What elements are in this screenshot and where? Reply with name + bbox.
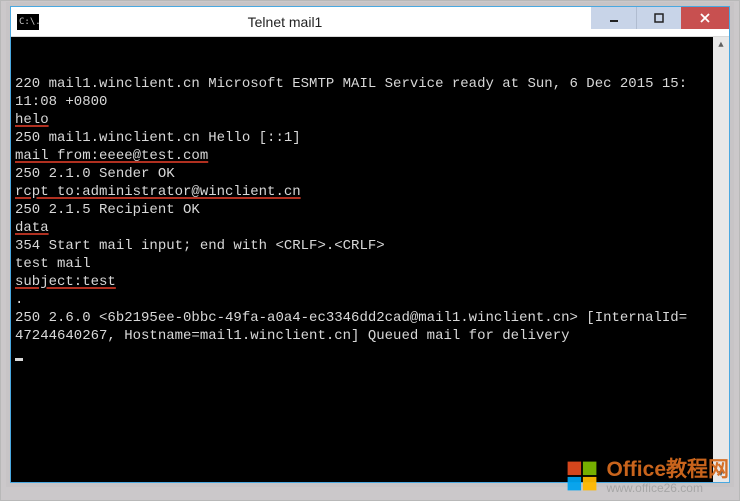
close-button[interactable] [681,7,729,29]
terminal-line: 220 mail1.winclient.cn Microsoft ESMTP M… [15,75,725,93]
terminal-line: . [15,291,725,309]
watermark: Office教程网 www.office26.com [564,458,729,494]
vertical-scrollbar[interactable]: ▲ ▼ [713,37,729,482]
terminal-line: 354 Start mail input; end with <CRLF>.<C… [15,237,725,255]
window-controls [591,7,729,29]
window-title: Telnet mail1 [0,14,591,30]
terminal-line: subject:test [15,273,725,291]
terminal-line: 250 2.6.0 <6b2195ee-0bbc-49fa-a0a4-ec334… [15,309,725,327]
terminal-line: helo [15,111,725,129]
page-container: C:\. Telnet mail1 220 mail1.winclient.cn… [0,0,740,501]
watermark-text: Office教程网 www.office26.com [606,459,729,494]
terminal-line: data [15,219,725,237]
watermark-title: Office教程网 [606,459,729,480]
terminal-line: 11:08 +0800 [15,93,725,111]
cursor-line [15,345,725,363]
scroll-up-button[interactable]: ▲ [713,37,729,53]
minimize-button[interactable] [591,7,636,29]
scroll-track[interactable] [713,53,729,466]
terminal-line: rcpt to:administrator@winclient.cn [15,183,725,201]
terminal-line: test mail [15,255,725,273]
terminal-line: 250 mail1.winclient.cn Hello [::1] [15,129,725,147]
text-cursor [15,358,23,361]
terminal-line: 47244640267, Hostname=mail1.winclient.cn… [15,327,725,345]
terminal-line: mail from:eeee@test.com [15,147,725,165]
titlebar[interactable]: C:\. Telnet mail1 [11,7,729,37]
terminal-area[interactable]: 220 mail1.winclient.cn Microsoft ESMTP M… [11,37,729,482]
terminal-line: 250 2.1.0 Sender OK [15,165,725,183]
terminal-window: C:\. Telnet mail1 220 mail1.winclient.cn… [10,6,730,483]
watermark-url: www.office26.com [606,482,729,494]
terminal-line: 250 2.1.5 Recipient OK [15,201,725,219]
maximize-button[interactable] [636,7,681,29]
office-logo-icon [564,458,600,494]
